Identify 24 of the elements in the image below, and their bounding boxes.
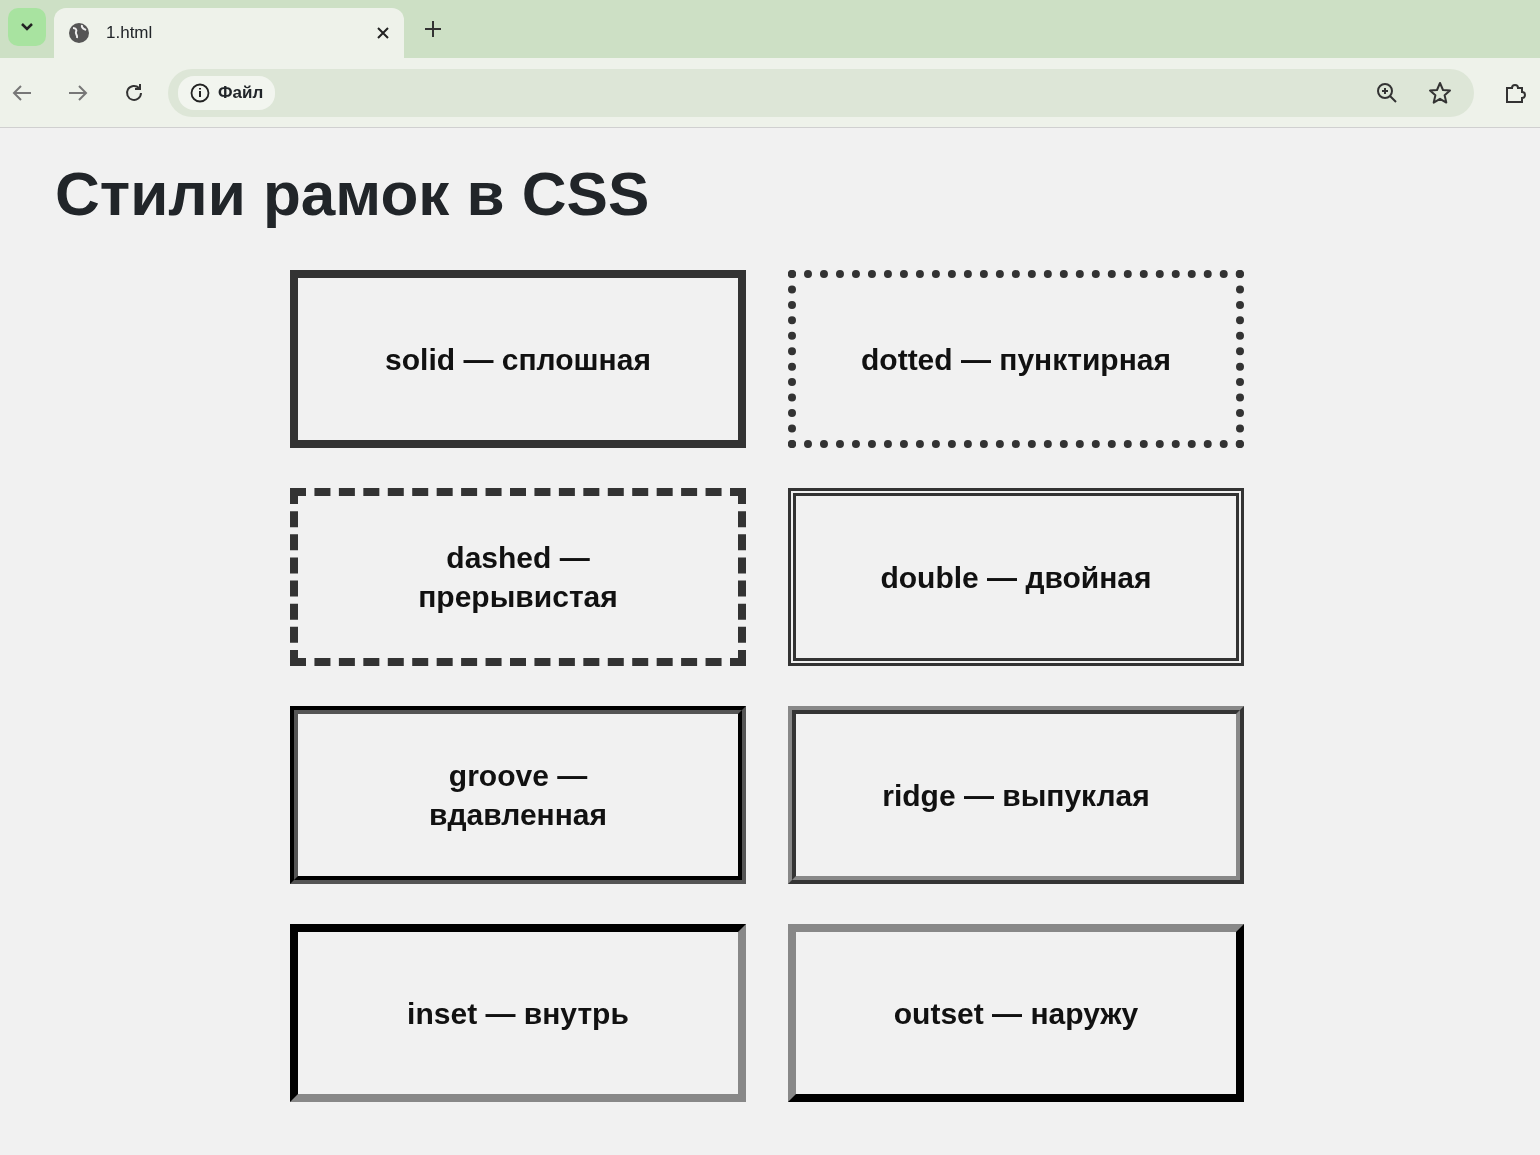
box-label: ridge — выпуклая bbox=[882, 777, 1150, 814]
globe-icon bbox=[68, 22, 90, 44]
box-label: groove — вдавленная bbox=[429, 758, 607, 834]
box-label: dashed — прерывистая bbox=[418, 540, 618, 616]
page-heading: Стили рамок в CSS bbox=[55, 160, 651, 229]
box-label: outset — наружу bbox=[893, 995, 1139, 1032]
box-label: inset — внутрь bbox=[407, 995, 629, 1032]
new-tab-icon[interactable] bbox=[424, 20, 442, 38]
tab-list-button[interactable] bbox=[8, 8, 46, 46]
browser-tab[interactable]: 1.html bbox=[54, 8, 404, 58]
tab-title: 1.html bbox=[106, 22, 154, 45]
box-label: dotted — пунктирная bbox=[861, 341, 1171, 378]
close-icon[interactable] bbox=[376, 26, 390, 40]
reload-icon[interactable] bbox=[124, 82, 144, 103]
chevron-down-icon bbox=[20, 22, 34, 32]
back-icon[interactable] bbox=[12, 83, 32, 102]
site-info-chip[interactable]: Файл bbox=[178, 75, 276, 110]
info-icon bbox=[190, 82, 210, 103]
address-bar[interactable]: Файл bbox=[168, 68, 1474, 117]
zoom-icon[interactable] bbox=[1376, 81, 1398, 104]
box-label: solid — сплошная bbox=[385, 341, 651, 378]
star-icon[interactable] bbox=[1428, 80, 1452, 105]
box-label: double — двойная bbox=[880, 559, 1152, 596]
forward-icon[interactable] bbox=[68, 83, 88, 102]
